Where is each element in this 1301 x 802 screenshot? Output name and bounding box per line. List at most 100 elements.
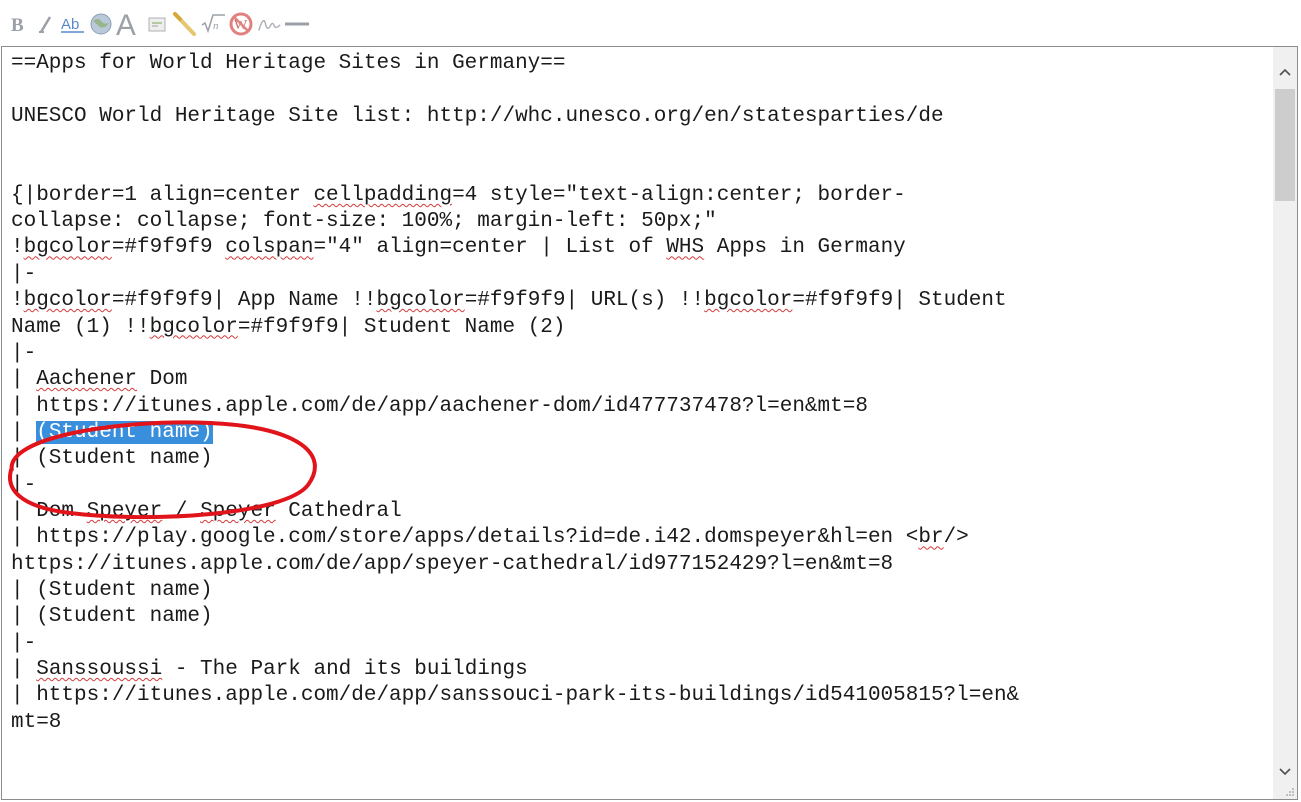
scroll-thumb[interactable] bbox=[1275, 89, 1295, 201]
misspelled-word: Sanssoussi bbox=[36, 658, 163, 682]
text-segment: =#f9f9f9 bbox=[111, 236, 226, 260]
text-segment: | bbox=[11, 420, 37, 444]
editor-line: https://itunes.apple.com/de/app/speyer-c… bbox=[11, 552, 893, 578]
text-segment: Dom bbox=[137, 368, 188, 392]
scroll-down-button[interactable] bbox=[1273, 757, 1297, 787]
editing-toolbar: B Ab A n W bbox=[4, 4, 310, 44]
text-segment: Cathedral bbox=[275, 499, 402, 523]
text-segment: | bbox=[11, 658, 37, 682]
misspelled-word: bgcolor bbox=[149, 315, 238, 339]
editor-line: |- bbox=[11, 341, 36, 367]
resize-grip-icon[interactable] bbox=[1285, 787, 1295, 797]
text-segment: ! bbox=[11, 236, 24, 260]
editor-line: |- bbox=[11, 262, 36, 288]
svg-text:Ab: Ab bbox=[61, 16, 79, 33]
text-segment: |- bbox=[11, 262, 37, 286]
math-formula-button[interactable]: n bbox=[200, 8, 226, 40]
editor-line: |- bbox=[11, 473, 36, 499]
editor-textarea[interactable]: ==Apps for World Heritage Sites in Germa… bbox=[11, 51, 1272, 795]
editor-line: | https://play.google.com/store/apps/det… bbox=[11, 525, 969, 551]
horizontal-line-icon bbox=[285, 22, 309, 26]
external-link-button[interactable] bbox=[88, 8, 114, 40]
image-icon bbox=[148, 17, 166, 32]
misspelled-word: bgcolor bbox=[23, 289, 112, 313]
globe-icon bbox=[90, 13, 112, 35]
editor-line: {|border=1 align=center cellpadding=4 st… bbox=[11, 183, 906, 209]
svg-text:B: B bbox=[11, 15, 24, 36]
editor-line: UNESCO World Heritage Site list: http://… bbox=[11, 104, 944, 130]
editor-line: | https://itunes.apple.com/de/app/sansso… bbox=[11, 683, 1019, 709]
text-segment: | Dom bbox=[11, 499, 87, 523]
misspelled-word: cellpadding bbox=[313, 183, 453, 207]
wikitext-editor[interactable]: ==Apps for World Heritage Sites in Germa… bbox=[1, 46, 1298, 800]
embedded-file-button[interactable] bbox=[144, 8, 170, 40]
misspelled-word: Speyer bbox=[86, 499, 163, 523]
text-segment: =#f9f9f9| Student Name (2) bbox=[237, 315, 566, 339]
text-segment: mt=8 bbox=[11, 710, 62, 734]
media-icon bbox=[173, 12, 196, 36]
svg-text:A: A bbox=[116, 9, 136, 40]
misspelled-word: WHS bbox=[666, 236, 705, 260]
text-segment: |- bbox=[11, 473, 37, 497]
text-segment: ="4" align=center | List of bbox=[313, 236, 667, 260]
headline-icon: A bbox=[116, 9, 136, 40]
text-segment: | bbox=[11, 368, 37, 392]
editor-line: | (Student name) bbox=[11, 604, 213, 630]
editor-line: !bgcolor=#f9f9f9| App Name !!bgcolor=#f9… bbox=[11, 288, 1007, 314]
misspelled-word: br bbox=[918, 526, 944, 550]
editor-line: !bgcolor=#f9f9f9 colspan="4" align=cente… bbox=[11, 235, 906, 261]
text-segment: | https://itunes.apple.com/de/app/sansso… bbox=[11, 684, 1020, 708]
text-segment: UNESCO World Heritage Site list: http://… bbox=[11, 104, 944, 128]
nowiki-button[interactable]: W bbox=[228, 8, 254, 40]
selected-text: (Student name) bbox=[36, 420, 213, 444]
chevron-up-icon bbox=[1279, 68, 1291, 76]
text-segment: | (Student name) bbox=[11, 579, 213, 602]
text-segment: | (Student name) bbox=[11, 447, 213, 471]
file-link-button[interactable] bbox=[172, 8, 198, 40]
svg-text:n: n bbox=[213, 20, 219, 32]
text-segment: https://itunes.apple.com/de/app/speyer-c… bbox=[11, 552, 894, 576]
editor-line: | https://itunes.apple.com/de/app/aachen… bbox=[11, 394, 868, 420]
editor-line: | Dom Speyer / Speyer Cathedral bbox=[11, 499, 402, 525]
signature-icon bbox=[258, 19, 281, 31]
nowiki-icon: W bbox=[229, 12, 253, 36]
italic-button[interactable] bbox=[32, 8, 58, 40]
bold-button[interactable]: B bbox=[4, 8, 30, 40]
editor-line: mt=8 bbox=[11, 710, 61, 736]
editor-line: | (Student name) bbox=[11, 446, 213, 472]
text-segment: {|border=1 align=center bbox=[11, 183, 314, 207]
text-segment: | (Student name) bbox=[11, 605, 213, 629]
internal-link-button[interactable]: Ab bbox=[60, 8, 86, 40]
link-icon: Ab bbox=[61, 16, 84, 33]
text-segment: collapse: collapse; font-size: 100%; mar… bbox=[11, 210, 717, 234]
scroll-up-button[interactable] bbox=[1273, 57, 1297, 87]
text-segment: |- bbox=[11, 341, 37, 365]
misspelled-word: Aachener bbox=[36, 368, 138, 392]
editor-line: collapse: collapse; font-size: 100%; mar… bbox=[11, 209, 717, 235]
text-segment: Apps in Germany bbox=[704, 236, 906, 260]
text-segment: =#f9f9f9| URL(s) !! bbox=[464, 289, 705, 313]
text-segment: - The Park and its buildings bbox=[162, 658, 528, 682]
chevron-down-icon bbox=[1279, 768, 1291, 776]
misspelled-word: bgcolor bbox=[23, 236, 112, 260]
horizontal-line-button[interactable] bbox=[284, 8, 310, 40]
text-segment: Name (1) !! bbox=[11, 315, 150, 339]
editor-line: | Aachener Dom bbox=[11, 367, 187, 393]
text-segment: =#f9f9f9| Student bbox=[792, 289, 1007, 313]
headline-button[interactable]: A bbox=[116, 8, 142, 40]
italic-icon bbox=[39, 16, 52, 33]
formula-icon: n bbox=[201, 14, 225, 34]
text-segment: =#f9f9f9| App Name !! bbox=[111, 289, 377, 313]
editor-line: |- bbox=[11, 631, 36, 657]
text-segment: =4 style="text-align:center; border- bbox=[452, 183, 906, 207]
text-segment: ! bbox=[11, 289, 24, 313]
text-segment: ==Apps for World Heritage Sites in Germa… bbox=[11, 52, 566, 75]
editor-line: | (Student name) bbox=[11, 420, 213, 446]
text-segment: /> bbox=[943, 526, 969, 550]
editor-line: Name (1) !!bgcolor=#f9f9f9| Student Name… bbox=[11, 315, 566, 341]
bold-icon: B bbox=[11, 15, 24, 36]
text-segment: | https://itunes.apple.com/de/app/aachen… bbox=[11, 394, 868, 418]
signature-button[interactable] bbox=[256, 8, 282, 40]
vertical-scrollbar[interactable] bbox=[1273, 47, 1297, 799]
editor-line: | Sanssoussi - The Park and its building… bbox=[11, 657, 528, 683]
